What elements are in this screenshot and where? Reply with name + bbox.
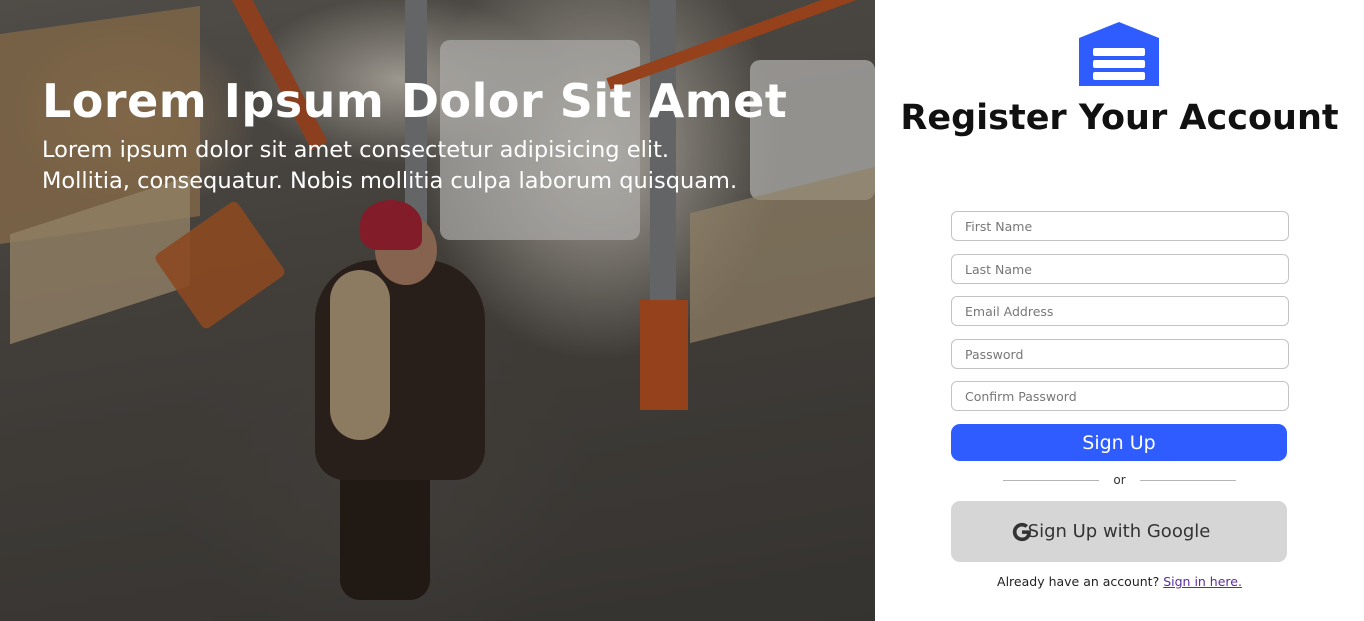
hero-title: Lorem Ipsum Dolor Sit Amet xyxy=(42,74,788,128)
google-icon xyxy=(1012,522,1031,541)
hero-subtitle-line1: Lorem ipsum dolor sit amet consectetur a… xyxy=(42,137,670,163)
sign-in-prompt-text: Already have an account? xyxy=(997,574,1160,589)
email-field[interactable] xyxy=(951,296,1289,326)
google-button-label: Sign Up with Google xyxy=(1027,520,1211,542)
warehouse-icon xyxy=(1079,22,1159,86)
google-sign-up-button[interactable]: Sign Up with Google xyxy=(951,501,1287,562)
divider-line xyxy=(1140,480,1236,481)
hero-image: Lorem Ipsum Dolor Sit Amet Lorem ipsum d… xyxy=(0,0,875,621)
hero-text: Lorem Ipsum Dolor Sit Amet Lorem ipsum d… xyxy=(42,72,862,197)
confirm-password-field[interactable] xyxy=(951,381,1289,411)
first-name-field[interactable] xyxy=(951,211,1289,241)
google-button-content: Sign Up with Google xyxy=(1012,520,1219,544)
sign-in-link[interactable]: Sign in here. xyxy=(1163,574,1242,589)
password-field[interactable] xyxy=(951,339,1289,369)
or-divider: or xyxy=(1003,472,1236,490)
sign-up-button[interactable]: Sign Up xyxy=(951,424,1287,461)
form-title-text: Register Your Account xyxy=(900,98,1339,138)
last-name-field[interactable] xyxy=(951,254,1289,284)
hero-subtitle: Lorem ipsum dolor sit amet consectetur a… xyxy=(42,135,862,197)
form-title: Register Your Account xyxy=(875,95,1364,142)
register-panel: Register Your Account Sign Up or Sign Up… xyxy=(875,0,1364,621)
hero-subtitle-line2: Mollitia, consequatur. Nobis mollitia cu… xyxy=(42,168,738,194)
sign-in-prompt: Already have an account? Sign in here. xyxy=(875,574,1364,589)
